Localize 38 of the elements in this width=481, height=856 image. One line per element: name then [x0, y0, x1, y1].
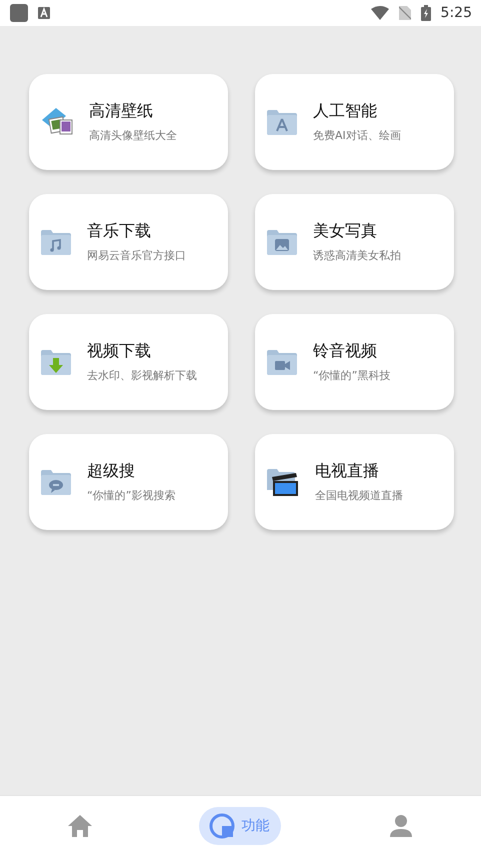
feature-card[interactable]: 铃音视频 “你懂的”黑科技 — [255, 314, 454, 410]
feature-subtitle: 网易云音乐官方接口 — [87, 248, 186, 263]
feature-card[interactable]: 视频下载 去水印、影视解析下载 — [29, 314, 228, 410]
folder-video-icon — [266, 348, 298, 376]
folder-music-icon — [40, 228, 72, 256]
app-square-icon — [10, 4, 28, 22]
folder-image-icon — [266, 228, 298, 256]
feature-title: 铃音视频 — [313, 341, 378, 362]
feature-title: 人工智能 — [313, 101, 378, 122]
feature-subtitle: 高清头像壁纸大全 — [89, 128, 177, 143]
no-sim-icon — [398, 6, 411, 20]
feature-title: 音乐下载 — [87, 221, 152, 242]
feature-title: 视频下载 — [87, 341, 152, 362]
feature-title: 美女写真 — [313, 221, 378, 242]
feature-title: 高清壁纸 — [89, 101, 154, 122]
feature-subtitle: 去水印、影视解析下载 — [87, 368, 197, 383]
feature-subtitle: “你懂的”黑科技 — [313, 368, 390, 383]
feature-subtitle: “你懂的”影视搜索 — [87, 488, 176, 503]
person-icon — [388, 814, 413, 838]
feature-card[interactable]: 高清壁纸 高清头像壁纸大全 — [29, 74, 228, 170]
feature-subtitle: 免费AI对话、绘画 — [313, 128, 401, 143]
wifi-icon — [370, 6, 389, 20]
feature-card[interactable]: 超级搜 “你懂的”影视搜索 — [29, 434, 228, 530]
feature-card[interactable]: 人工智能 免费AI对话、绘画 — [255, 74, 454, 170]
folder-download-icon — [40, 348, 72, 376]
battery-charging-icon — [420, 5, 431, 21]
feature-subtitle: 全国电视频道直播 — [315, 488, 403, 503]
feature-title: 电视直播 — [315, 461, 380, 482]
keyboard-icon — [38, 7, 50, 19]
feature-subtitle: 诱惑高清美女私拍 — [313, 248, 401, 263]
folder-clapper-icon — [266, 467, 300, 497]
feature-card[interactable]: 电视直播 全国电视频道直播 — [255, 434, 454, 530]
folder-chat-icon — [40, 468, 72, 496]
status-time: 5:25 — [440, 5, 472, 21]
feature-card[interactable]: 美女写真 诱惑高清美女私拍 — [255, 194, 454, 290]
home-icon — [67, 814, 94, 838]
feature-title: 超级搜 — [87, 461, 136, 482]
feature-card[interactable]: 音乐下载 网易云音乐官方接口 — [29, 194, 228, 290]
